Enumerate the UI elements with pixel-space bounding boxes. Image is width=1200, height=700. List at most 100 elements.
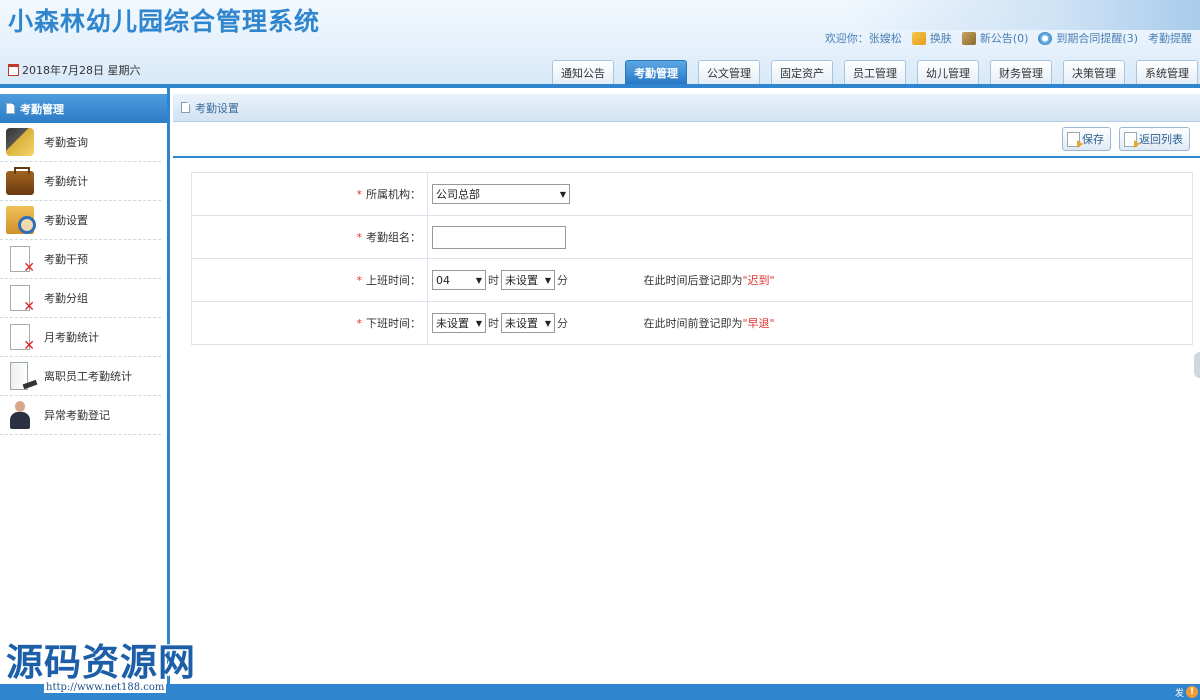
required-mark: * bbox=[356, 188, 363, 201]
back-icon bbox=[1124, 131, 1140, 148]
contract-icon bbox=[1038, 31, 1053, 45]
app-header: 小森林幼儿园综合管理系统 欢迎你：张嫂松 换肤 新公告(0) 到期合同提醒(3)… bbox=[0, 0, 1200, 88]
tab-system[interactable]: 系统管理 bbox=[1136, 60, 1198, 84]
org-select-value: 公司总部 bbox=[436, 188, 480, 201]
tab-finance[interactable]: 财务管理 bbox=[990, 60, 1052, 84]
chevron-down-icon: ▼ bbox=[544, 275, 551, 285]
sidebar-item-label: 考勤设置 bbox=[44, 214, 88, 227]
required-mark: * bbox=[356, 317, 363, 330]
sidebar-item-label: 离职员工考勤统计 bbox=[44, 370, 132, 383]
form-row-on-duty: * 上班时间： 04 ▼ 时 未设置 ▼ 分 在此时间后登记即为"迟到" bbox=[191, 258, 1193, 302]
on-minute-select[interactable]: 未设置 ▼ bbox=[501, 270, 555, 290]
required-mark: * bbox=[356, 274, 363, 287]
early-leave-hint: 在此时间前登记即为"早退" bbox=[644, 315, 775, 331]
org-value-cell: 公司总部 ▼ bbox=[427, 172, 1193, 216]
sidebar-item-label: 考勤分组 bbox=[44, 292, 88, 305]
tab-attendance[interactable]: 考勤管理 bbox=[625, 60, 687, 84]
welcome-text: 欢迎你：张嫂松 bbox=[824, 32, 902, 45]
group-value-cell bbox=[427, 215, 1193, 259]
settings-search-icon bbox=[6, 206, 36, 234]
sidebar-item-attendance-query[interactable]: 考勤查询 bbox=[0, 123, 161, 162]
sidebar-header: 考勤管理 bbox=[0, 94, 167, 123]
document-x-icon bbox=[10, 285, 35, 314]
off-duty-label-cell: * 下班时间： bbox=[191, 301, 428, 345]
query-icon bbox=[6, 128, 34, 156]
sidebar-item-label: 考勤干预 bbox=[44, 253, 88, 266]
page-icon bbox=[6, 103, 15, 114]
tab-documents[interactable]: 公文管理 bbox=[698, 60, 760, 84]
group-name-input[interactable] bbox=[432, 225, 566, 249]
save-button[interactable]: 保存 bbox=[1062, 127, 1111, 151]
sidebar-title: 考勤管理 bbox=[20, 102, 64, 116]
contract-alert-link[interactable]: 到期合同提醒(3) bbox=[1056, 30, 1138, 46]
main-content: 考勤设置 保存 返回列表 * 所属机构： 公司总部 ▼ * 考勤组名： * 上班… bbox=[173, 88, 1200, 684]
late-hint-emphasis: "迟到" bbox=[742, 274, 775, 287]
sidebar-item-attendance-intervention[interactable]: 考勤干预 bbox=[0, 240, 161, 279]
early-hint-text: 在此时间前登记即为 bbox=[643, 317, 743, 330]
form-row-org: * 所属机构： 公司总部 ▼ bbox=[191, 172, 1193, 216]
chevron-down-icon: ▼ bbox=[475, 318, 482, 328]
sidebar-item-label: 月考勤统计 bbox=[44, 331, 99, 344]
form-row-group: * 考勤组名： bbox=[191, 215, 1193, 259]
minute-unit: 分 bbox=[557, 317, 568, 330]
off-duty-label: 下班时间： bbox=[366, 317, 421, 330]
sidebar-item-abnormal-register[interactable]: 异常考勤登记 bbox=[0, 396, 161, 435]
org-select[interactable]: 公司总部 ▼ bbox=[432, 184, 570, 204]
tab-children[interactable]: 幼儿管理 bbox=[917, 60, 979, 84]
info-icon[interactable]: ! bbox=[1186, 686, 1198, 698]
person-icon bbox=[9, 401, 31, 429]
skin-icon bbox=[911, 31, 926, 45]
attendance-settings-form: * 所属机构： 公司总部 ▼ * 考勤组名： * 上班时间： 04 ▼ 时 未设… bbox=[191, 172, 1193, 345]
resign-icon bbox=[10, 362, 28, 390]
sidebar-item-label: 考勤查询 bbox=[44, 136, 88, 149]
footer-info-text: 发 bbox=[1174, 689, 1184, 699]
sidebar-item-attendance-groups[interactable]: 考勤分组 bbox=[0, 279, 161, 318]
chevron-down-icon: ▼ bbox=[544, 318, 551, 328]
minute-unit: 分 bbox=[557, 274, 568, 287]
chevron-down-icon: ▼ bbox=[475, 275, 482, 285]
notice-link[interactable]: 新公告(0) bbox=[980, 30, 1029, 46]
side-scroll-handle[interactable] bbox=[1194, 352, 1200, 378]
save-button-label: 保存 bbox=[1082, 133, 1104, 146]
briefcase-icon bbox=[6, 167, 34, 195]
document-x-icon bbox=[10, 324, 35, 353]
sidebar-item-monthly-stats[interactable]: 月考勤统计 bbox=[0, 318, 161, 357]
breadcrumb-label: 考勤设置 bbox=[195, 101, 239, 115]
on-hour-select[interactable]: 04 ▼ bbox=[432, 270, 486, 290]
attendance-alert-link[interactable]: 考勤提醒 bbox=[1148, 30, 1192, 46]
off-minute-select[interactable]: 未设置 ▼ bbox=[501, 313, 555, 333]
tab-fixed-assets[interactable]: 固定资产 bbox=[771, 60, 833, 84]
sidebar-item-attendance-settings[interactable]: 考勤设置 bbox=[0, 201, 161, 240]
document-x-icon bbox=[10, 246, 35, 275]
off-minute-value: 未设置 bbox=[505, 317, 538, 330]
sidebar: 考勤管理 考勤查询 考勤统计 考勤设置 考勤干预 考勤分组 月考勤统计 离职 bbox=[0, 88, 170, 684]
sidebar-item-label: 异常考勤登记 bbox=[44, 409, 110, 422]
off-hour-select[interactable]: 未设置 ▼ bbox=[432, 313, 486, 333]
tab-decision[interactable]: 决策管理 bbox=[1063, 60, 1125, 84]
required-mark: * bbox=[356, 231, 363, 244]
late-hint-text: 在此时间后登记即为 bbox=[643, 274, 743, 287]
notice-icon bbox=[961, 31, 976, 45]
sidebar-item-resigned-stats[interactable]: 离职员工考勤统计 bbox=[0, 357, 161, 396]
org-label: 所属机构： bbox=[366, 188, 421, 201]
org-label-cell: * 所属机构： bbox=[191, 172, 428, 216]
tab-notice[interactable]: 通知公告 bbox=[552, 60, 614, 84]
late-hint: 在此时间后登记即为"迟到" bbox=[644, 272, 775, 288]
group-label-cell: * 考勤组名： bbox=[191, 215, 428, 259]
current-date: 2018年7月28日 星期六 bbox=[8, 62, 141, 78]
skin-link[interactable]: 换肤 bbox=[930, 30, 952, 46]
sidebar-item-attendance-stats[interactable]: 考勤统计 bbox=[0, 162, 161, 201]
page-icon bbox=[181, 102, 190, 113]
sidebar-item-label: 考勤统计 bbox=[44, 175, 88, 188]
on-duty-value-cell: 04 ▼ 时 未设置 ▼ 分 在此时间后登记即为"迟到" bbox=[427, 258, 1193, 302]
calendar-icon bbox=[8, 64, 19, 76]
early-hint-emphasis: "早退" bbox=[742, 317, 775, 330]
back-to-list-button[interactable]: 返回列表 bbox=[1119, 127, 1190, 151]
watermark-logo: 源码资源网 bbox=[6, 641, 196, 684]
chevron-down-icon: ▼ bbox=[559, 189, 566, 199]
hour-unit: 时 bbox=[488, 274, 499, 287]
on-minute-value: 未设置 bbox=[505, 274, 538, 287]
tab-staff[interactable]: 员工管理 bbox=[844, 60, 906, 84]
on-duty-label: 上班时间： bbox=[366, 274, 421, 287]
save-icon bbox=[1067, 131, 1083, 148]
